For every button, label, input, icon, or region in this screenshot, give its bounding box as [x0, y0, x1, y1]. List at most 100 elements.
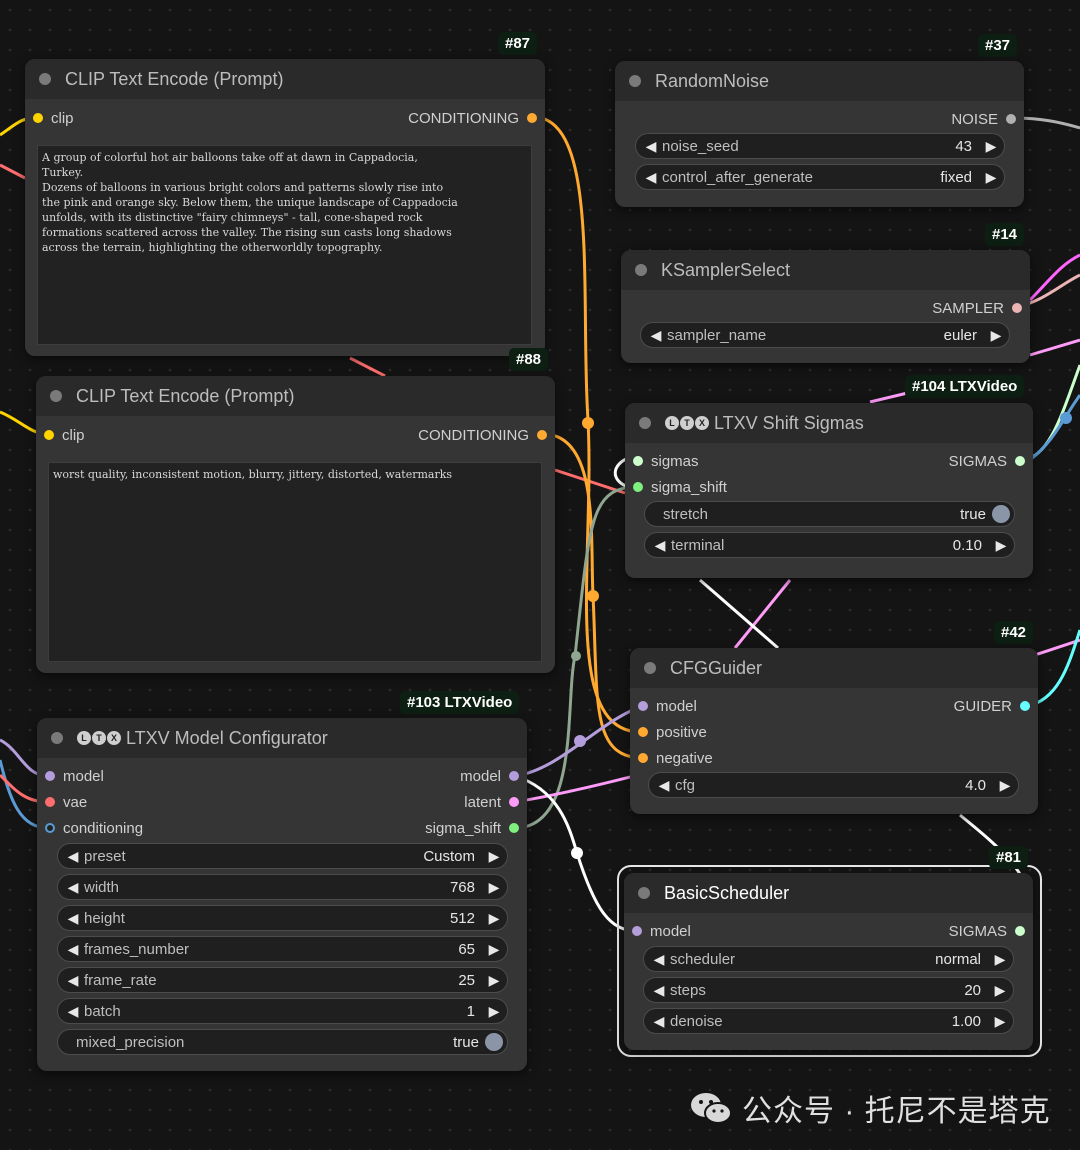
widget-value[interactable]: 768: [450, 879, 475, 896]
decrement-arrow-icon[interactable]: ◀: [636, 169, 662, 186]
widget-steps[interactable]: ◀ steps 20 ▶: [643, 977, 1014, 1003]
node-header[interactable]: CLIP Text Encode (Prompt): [36, 376, 555, 416]
clip-text-encode-negative-node[interactable]: CLIP Text Encode (Prompt) clip CONDITION…: [36, 376, 555, 673]
node-header[interactable]: L T X LTXV Shift Sigmas: [625, 403, 1033, 443]
conditioning-dot-icon[interactable]: [45, 823, 55, 833]
widget-batch[interactable]: ◀ batch 1 ▶: [57, 998, 508, 1024]
increment-arrow-icon[interactable]: ▶: [481, 972, 507, 989]
float-dot-icon[interactable]: [633, 482, 643, 492]
toggle-knob-icon[interactable]: [485, 1033, 503, 1051]
cfg-guider-node[interactable]: CFGGuider model GUIDER positive negative…: [630, 648, 1038, 814]
widget-noise-seed[interactable]: ◀ noise_seed 43 ▶: [635, 133, 1005, 159]
increment-arrow-icon[interactable]: ▶: [987, 982, 1013, 999]
increment-arrow-icon[interactable]: ▶: [987, 1013, 1013, 1030]
widget-width[interactable]: ◀ width 768 ▶: [57, 874, 508, 900]
conditioning-dot-icon[interactable]: [638, 753, 648, 763]
widget-value[interactable]: fixed: [940, 169, 972, 186]
model-dot-icon[interactable]: [45, 771, 55, 781]
clip-dot-icon[interactable]: [44, 430, 54, 440]
toggle-stretch[interactable]: stretch true: [644, 501, 1015, 527]
input-slot-vae[interactable]: vae: [45, 794, 87, 811]
widget-control-after-generate[interactable]: ◀ control_after_generate fixed ▶: [635, 164, 1005, 190]
widget-sampler-name[interactable]: ◀ sampler_name euler ▶: [640, 322, 1010, 348]
conditioning-dot-icon[interactable]: [527, 113, 537, 123]
widget-frames-number[interactable]: ◀ frames_number 65 ▶: [57, 936, 508, 962]
node-header[interactable]: CLIP Text Encode (Prompt): [25, 59, 545, 99]
input-slot-conditioning[interactable]: conditioning: [45, 820, 143, 837]
output-slot-latent[interactable]: latent: [464, 794, 519, 811]
increment-arrow-icon[interactable]: ▶: [988, 537, 1014, 554]
node-header[interactable]: CFGGuider: [630, 648, 1038, 688]
output-slot-model[interactable]: model: [460, 768, 519, 785]
output-slot-conditioning[interactable]: CONDITIONING: [418, 427, 547, 444]
node-header[interactable]: BasicScheduler: [624, 873, 1033, 913]
widget-height[interactable]: ◀ height 512 ▶: [57, 905, 508, 931]
decrement-arrow-icon[interactable]: ◀: [649, 777, 675, 794]
widget-denoise[interactable]: ◀ denoise 1.00 ▶: [643, 1008, 1014, 1034]
increment-arrow-icon[interactable]: ▶: [978, 169, 1004, 186]
input-slot-negative[interactable]: negative: [638, 750, 713, 767]
collapse-dot-icon[interactable]: [629, 75, 641, 87]
widget-value[interactable]: 1: [467, 1003, 475, 1020]
clip-dot-icon[interactable]: [33, 113, 43, 123]
float-dot-icon[interactable]: [509, 823, 519, 833]
sigmas-dot-icon[interactable]: [1015, 926, 1025, 936]
prompt-textarea[interactable]: A group of colorful hot air balloons tak…: [37, 145, 532, 345]
widget-value[interactable]: 1.00: [952, 1013, 981, 1030]
model-dot-icon[interactable]: [638, 701, 648, 711]
widget-preset[interactable]: ◀ preset Custom ▶: [57, 843, 508, 869]
increment-arrow-icon[interactable]: ▶: [992, 777, 1018, 794]
widget-value[interactable]: 0.10: [953, 537, 982, 554]
sigmas-dot-icon[interactable]: [633, 456, 643, 466]
random-noise-node[interactable]: RandomNoise NOISE ◀ noise_seed 43 ▶ ◀ co…: [615, 61, 1024, 207]
widget-value[interactable]: Custom: [423, 848, 475, 865]
widget-scheduler[interactable]: ◀ scheduler normal ▶: [643, 946, 1014, 972]
input-slot-clip[interactable]: clip: [44, 427, 85, 444]
increment-arrow-icon[interactable]: ▶: [481, 879, 507, 896]
input-slot-clip[interactable]: clip: [33, 110, 74, 127]
output-slot-sigmas[interactable]: SIGMAS: [949, 453, 1025, 470]
decrement-arrow-icon[interactable]: ◀: [58, 848, 84, 865]
widget-terminal[interactable]: ◀ terminal 0.10 ▶: [644, 532, 1015, 558]
model-dot-icon[interactable]: [632, 926, 642, 936]
vae-dot-icon[interactable]: [45, 797, 55, 807]
input-slot-model[interactable]: model: [632, 923, 691, 940]
increment-arrow-icon[interactable]: ▶: [983, 327, 1009, 344]
collapse-dot-icon[interactable]: [50, 390, 62, 402]
decrement-arrow-icon[interactable]: ◀: [645, 537, 671, 554]
toggle-knob-icon[interactable]: [992, 505, 1010, 523]
output-slot-noise[interactable]: NOISE: [951, 111, 1016, 128]
conditioning-dot-icon[interactable]: [638, 727, 648, 737]
widget-value[interactable]: euler: [944, 327, 977, 344]
ltxv-shift-sigmas-node[interactable]: L T X LTXV Shift Sigmas sigmas SIGMAS si…: [625, 403, 1033, 578]
output-slot-conditioning[interactable]: CONDITIONING: [408, 110, 537, 127]
sigmas-dot-icon[interactable]: [1015, 456, 1025, 466]
output-slot-sampler[interactable]: SAMPLER: [932, 300, 1022, 317]
node-header[interactable]: RandomNoise: [615, 61, 1024, 101]
widget-frame-rate[interactable]: ◀ frame_rate 25 ▶: [57, 967, 508, 993]
conditioning-dot-icon[interactable]: [537, 430, 547, 440]
node-header[interactable]: L T X LTXV Model Configurator: [37, 718, 527, 758]
widget-value[interactable]: 20: [964, 982, 981, 999]
widget-value[interactable]: 25: [458, 972, 475, 989]
widget-value[interactable]: 4.0: [965, 777, 986, 794]
decrement-arrow-icon[interactable]: ◀: [58, 972, 84, 989]
decrement-arrow-icon[interactable]: ◀: [641, 327, 667, 344]
decrement-arrow-icon[interactable]: ◀: [58, 1003, 84, 1020]
collapse-dot-icon[interactable]: [644, 662, 656, 674]
output-slot-sigma-shift[interactable]: sigma_shift: [425, 820, 519, 837]
widget-value[interactable]: 65: [458, 941, 475, 958]
increment-arrow-icon[interactable]: ▶: [481, 941, 507, 958]
decrement-arrow-icon[interactable]: ◀: [644, 982, 670, 999]
widget-value[interactable]: normal: [935, 951, 981, 968]
widget-value[interactable]: 512: [450, 910, 475, 927]
decrement-arrow-icon[interactable]: ◀: [58, 941, 84, 958]
decrement-arrow-icon[interactable]: ◀: [644, 951, 670, 968]
node-header[interactable]: KSamplerSelect: [621, 250, 1030, 290]
clip-text-encode-positive-node[interactable]: CLIP Text Encode (Prompt) clip CONDITION…: [25, 59, 545, 356]
output-slot-guider[interactable]: GUIDER: [954, 698, 1030, 715]
collapse-dot-icon[interactable]: [635, 264, 647, 276]
output-slot-sigmas[interactable]: SIGMAS: [949, 923, 1025, 940]
basic-scheduler-node[interactable]: BasicScheduler model SIGMAS ◀ scheduler …: [624, 873, 1033, 1050]
collapse-dot-icon[interactable]: [638, 887, 650, 899]
